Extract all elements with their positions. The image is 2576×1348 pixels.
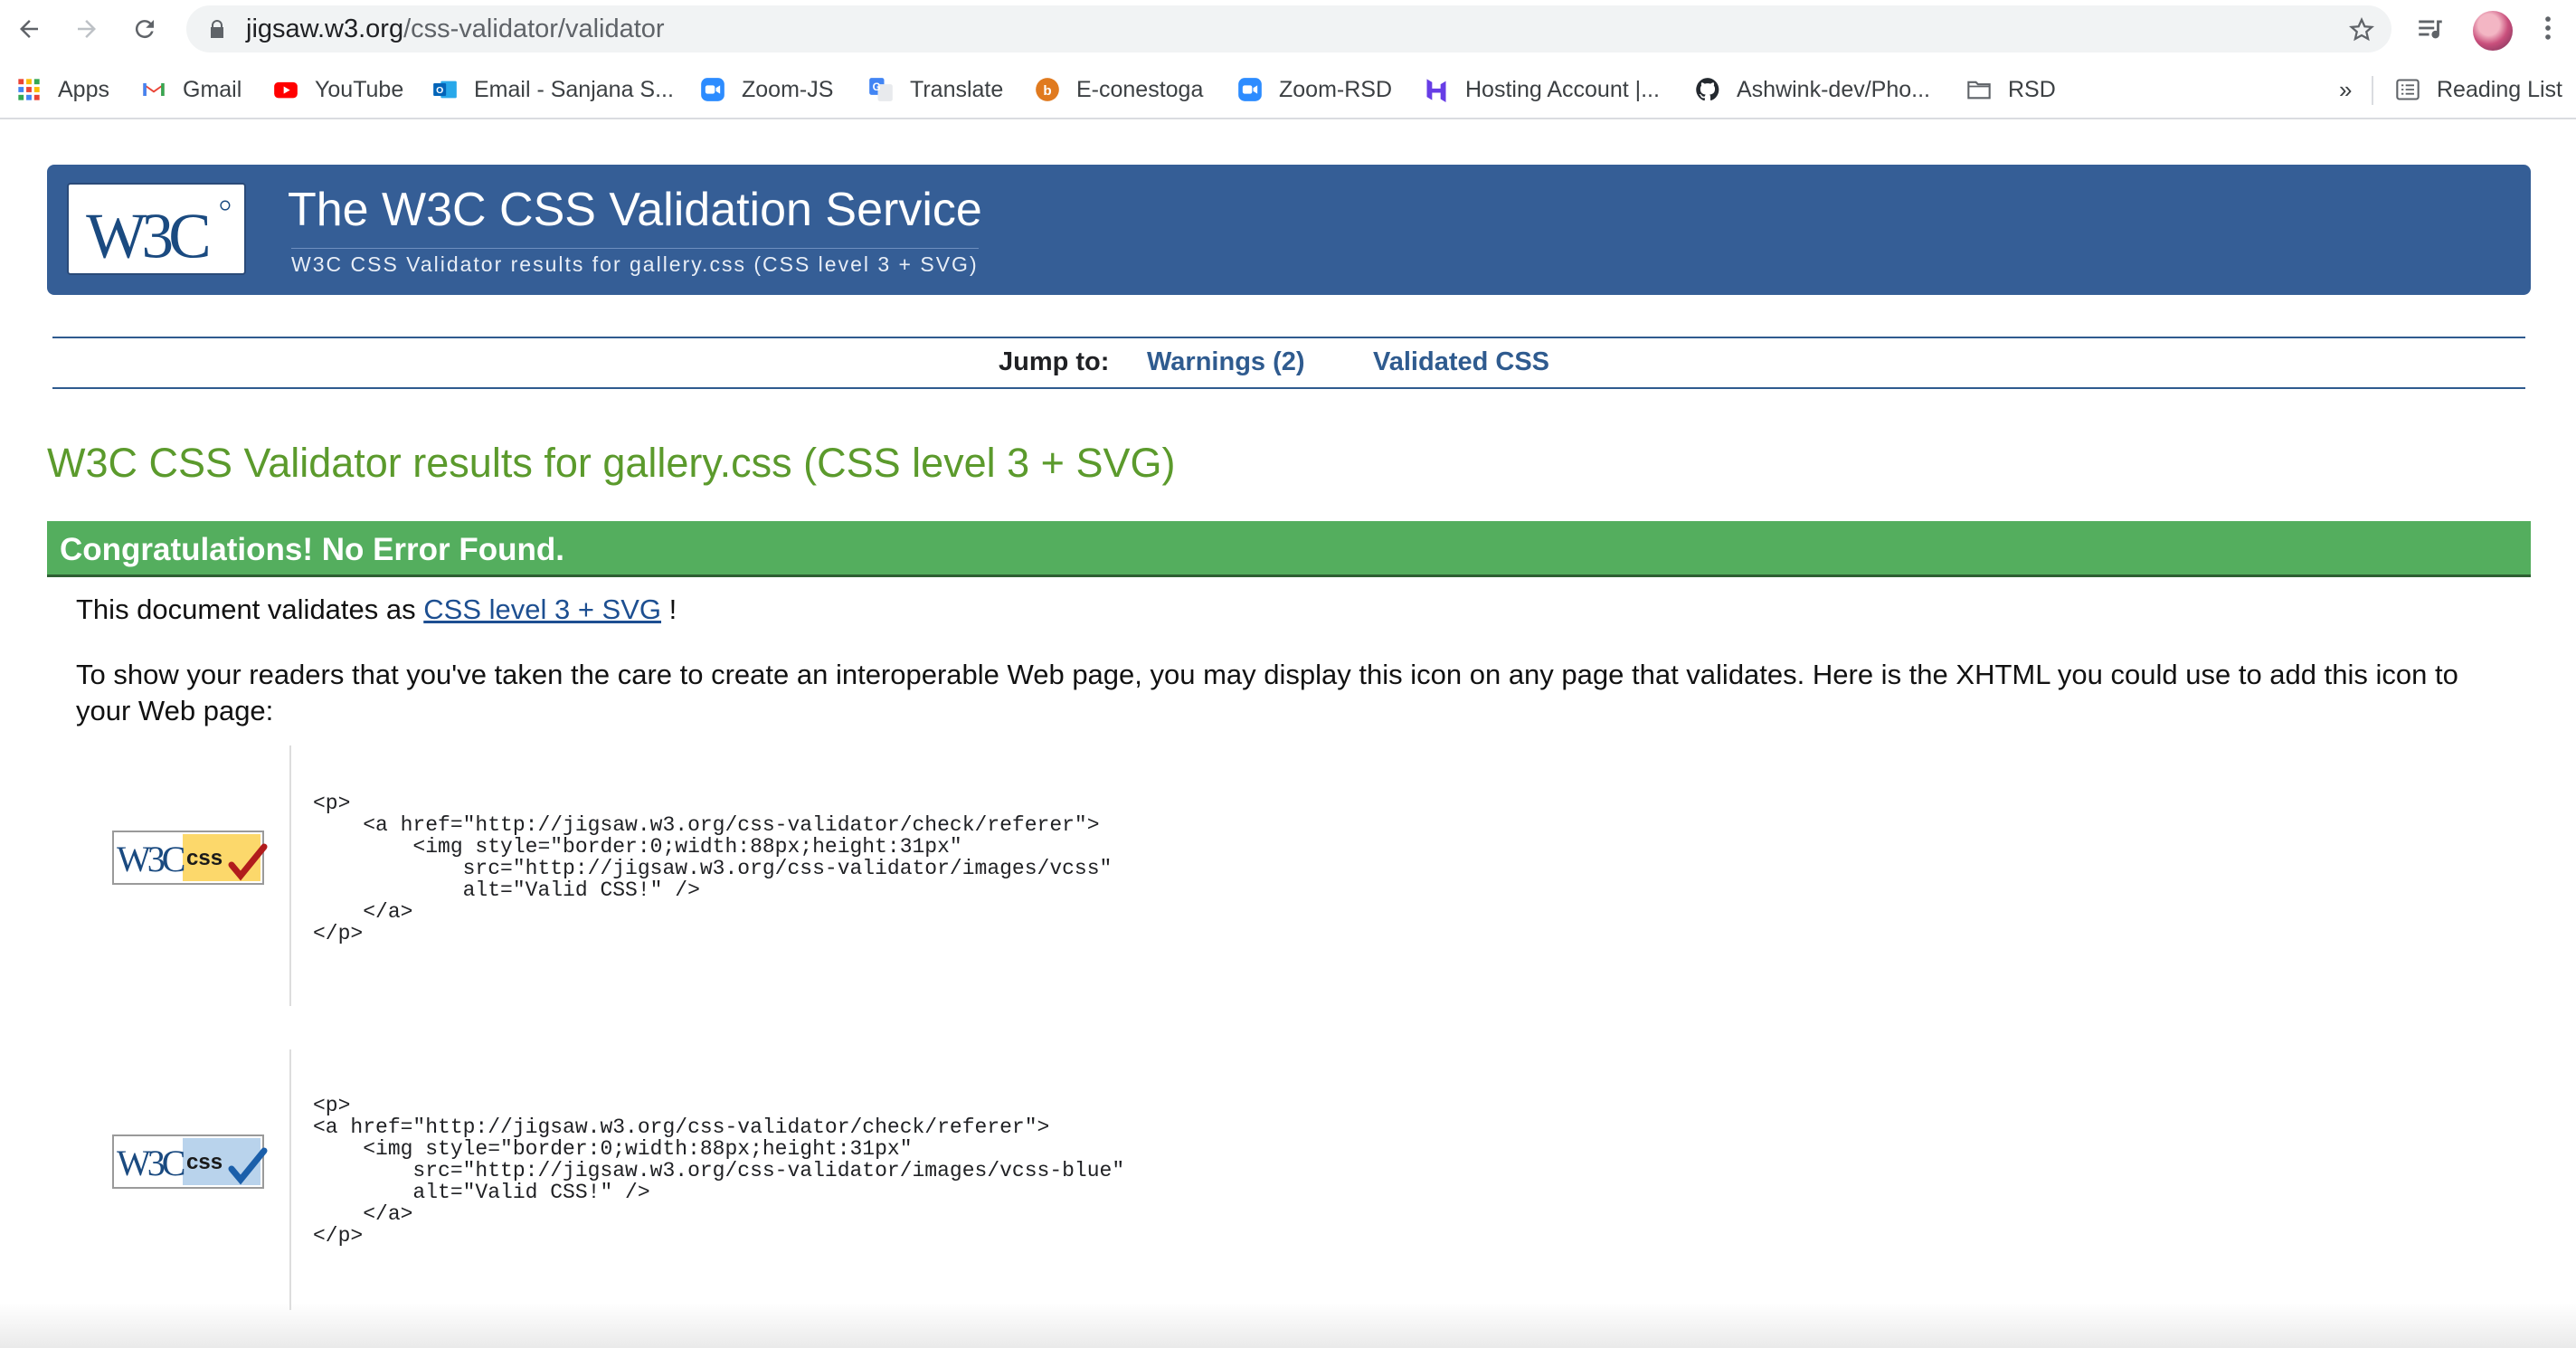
valid-css-gold-icon: W3C css [112, 831, 268, 885]
bookmark-rsd-folder[interactable]: RSD [1966, 60, 2056, 119]
folder-icon [1967, 81, 1991, 100]
jump-label: Jump to: [999, 347, 1110, 376]
bookmark-apps[interactable]: Apps [16, 60, 109, 119]
bookmark-zoom-js[interactable]: Zoom-JS [700, 60, 833, 119]
results-heading: W3C CSS Validator results for gallery.cs… [47, 440, 1176, 486]
overflow-chevron-icon: » [2339, 75, 2353, 103]
success-banner: Congratulations! No Error Found. [47, 521, 2531, 577]
w3c-logo-mark: W3C [86, 200, 231, 272]
badge-w3c-text: W3C [117, 1143, 185, 1183]
page-subtitle: W3C CSS Validator results for gallery.cs… [291, 248, 979, 277]
youtube-icon [274, 81, 298, 99]
bookmark-label: Ashwink-dev/Pho... [1737, 76, 1930, 102]
bookmark-label: Gmail [183, 76, 242, 102]
reading-list-label: Reading List [2437, 76, 2562, 102]
badge-row-blue: W3C css <p> <a href="http://jigsaw.w3.or… [76, 1049, 2518, 1310]
css-level-link[interactable]: CSS level 3 + SVG [423, 593, 661, 625]
lock-icon [211, 20, 223, 38]
zoom-icon [1238, 78, 1262, 101]
reading-list-button[interactable]: Reading List [2395, 60, 2562, 119]
valid-css-badge-gold[interactable]: W3C css [112, 831, 271, 887]
browser-toolbar: jigsaw.w3.org/css-validator/validator [0, 0, 2576, 60]
bookmark-github[interactable]: Ashwink-dev/Pho... [1695, 60, 1930, 119]
bookmark-email[interactable]: O Email - Sanjana S... [432, 60, 674, 119]
w3c-logo-text: W3C [86, 202, 208, 272]
forward-button[interactable] [69, 11, 105, 47]
bookmark-e-conestoga[interactable]: b E-conestoga [1035, 60, 1203, 119]
success-message: Congratulations! No Error Found. [60, 532, 565, 567]
bookmark-label: RSD [2008, 76, 2056, 102]
back-button[interactable] [11, 11, 47, 47]
gmail-icon [143, 83, 165, 96]
bookmark-youtube[interactable]: YouTube [273, 60, 403, 119]
apps-grid-icon [18, 79, 40, 100]
page-title: The W3C CSS Validation Service [288, 184, 982, 236]
jump-nav: Jump to: Warnings (2) Validated CSS [0, 347, 2576, 380]
badge-divider [289, 1049, 291, 1310]
badge-w3c-text: W3C [117, 839, 185, 879]
bookmark-label: Zoom-RSD [1279, 76, 1393, 102]
badge-code-snippet: <p> <a href="http://jigsaw.w3.org/css-va… [313, 1094, 1125, 1248]
bookmarks-overflow-button[interactable]: » [2339, 60, 2352, 119]
translate-icon: G [869, 78, 893, 101]
svg-text:G: G [873, 81, 881, 93]
badge-css-text: css [186, 1150, 223, 1174]
warnings-link[interactable]: Warnings (2) [1147, 347, 1305, 377]
bookmark-zoom-rsd[interactable]: Zoom-RSD [1237, 60, 1392, 119]
forward-arrow-icon [78, 20, 96, 38]
valid-css-blue-icon: W3C css [112, 1134, 268, 1189]
url-host: jigsaw.w3.org [246, 14, 404, 43]
bookmark-label: YouTube [315, 76, 404, 102]
url-path: /css-validator/validator [403, 14, 665, 43]
svg-text:b: b [1043, 83, 1051, 99]
media-queue-icon[interactable] [2415, 13, 2446, 43]
svg-text:O: O [436, 85, 443, 96]
badge-css-text: css [186, 846, 223, 870]
menu-kebab-icon[interactable] [2533, 13, 2563, 43]
profile-avatar[interactable] [2473, 11, 2513, 51]
zoom-icon [701, 78, 724, 101]
jump-bottom-divider [52, 387, 2525, 389]
reload-button[interactable] [127, 11, 163, 47]
github-icon [1696, 78, 1719, 101]
bookmarks-divider [2372, 76, 2373, 105]
jump-top-divider [52, 337, 2525, 338]
badge-divider [289, 745, 291, 1006]
badge-row-gold: W3C css <p> <a href="http://jigsaw.w3.or… [76, 745, 2518, 1006]
badge-code-snippet: <p> <a href="http://jigsaw.w3.org/css-va… [313, 792, 1113, 945]
hostinger-icon [1426, 79, 1446, 102]
w3c-logo[interactable]: W3C [67, 183, 246, 275]
validates-prefix: This document validates as [76, 593, 424, 625]
bookmark-label: E-conestoga [1076, 76, 1204, 102]
bookmarks-bar: Apps Gmail YouTube O Email - Sanjana S..… [0, 60, 2576, 119]
bookmark-gmail[interactable]: Gmail [141, 60, 242, 119]
bookmark-label: Email - Sanjana S... [474, 76, 674, 102]
bookmark-translate[interactable]: G Translate [868, 60, 1003, 119]
validates-suffix: ! [661, 593, 677, 625]
conestoga-icon: b [1036, 78, 1059, 101]
validated-css-link[interactable]: Validated CSS [1373, 347, 1549, 377]
icon-instructions: To show your readers that you've taken t… [76, 659, 2458, 726]
address-bar[interactable]: jigsaw.w3.org/css-validator/validator [186, 5, 2391, 52]
url-text: jigsaw.w3.org/css-validator/validator [246, 5, 665, 52]
bookmark-label: Apps [58, 76, 109, 102]
bookmark-label: Zoom-JS [742, 76, 834, 102]
validates-paragraph: This document validates as CSS level 3 +… [76, 592, 2518, 628]
valid-css-badge-blue[interactable]: W3C css [112, 1134, 271, 1191]
reading-list-icon [2396, 79, 2420, 100]
page-bottom-shadow [0, 1303, 2576, 1348]
bookmark-hosting-account[interactable]: Hosting Account |... [1424, 60, 1660, 119]
w3c-banner: W3C The W3C CSS Validation Service W3C C… [47, 165, 2531, 295]
back-arrow-icon [20, 20, 38, 38]
reload-icon [135, 20, 154, 39]
bookmark-star-icon[interactable] [2348, 16, 2375, 43]
bookmark-label: Translate [910, 76, 1004, 102]
bookmark-label: Hosting Account |... [1465, 76, 1660, 102]
outlook-icon: O [433, 81, 457, 99]
